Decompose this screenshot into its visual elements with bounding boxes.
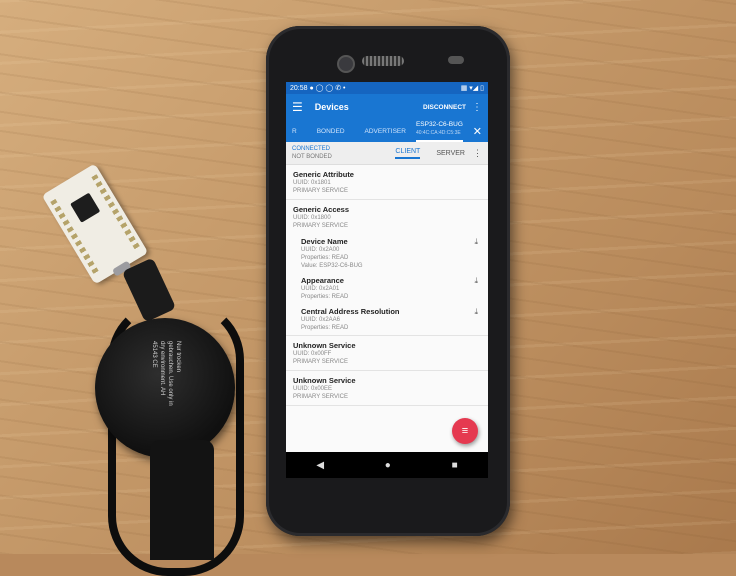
characteristic-name: Appearance	[301, 276, 344, 285]
service-name: Unknown Service	[293, 376, 356, 385]
tab-scanner[interactable]: R	[292, 128, 297, 135]
tab-bonded[interactable]: BONDED	[317, 128, 345, 135]
service-type: PRIMARY SERVICE	[293, 394, 349, 400]
notification-icons: ● ◯ ◯ ✆ •	[309, 85, 346, 92]
back-icon[interactable]: ◀	[316, 460, 324, 471]
tab-device-name: ESP32-C6-BUG	[415, 120, 463, 128]
characteristic-uuid: UUID: 0x2A00	[301, 247, 340, 253]
tab-server[interactable]: SERVER	[436, 150, 465, 157]
status-time: 20:58	[290, 85, 308, 92]
characteristic-value: Value: ESP32-C6-BUG	[301, 263, 363, 269]
close-icon[interactable]: ✕	[473, 125, 482, 138]
service-uuid: UUID: 0x00EE	[293, 386, 333, 392]
characteristic-item[interactable]: Appearance UUID: 0x2A01 Properties: READ…	[286, 273, 488, 304]
characteristic-uuid: UUID: 0x2A01	[301, 286, 340, 292]
characteristic-item[interactable]: Device Name UUID: 0x2A00 Properties: REA…	[286, 234, 488, 273]
characteristic-name: Central Address Resolution	[301, 307, 400, 316]
characteristic-properties: Properties: READ	[301, 294, 349, 300]
board-chip	[70, 192, 101, 223]
connection-more-icon[interactable]: ⋮	[473, 148, 482, 159]
log-fab-button[interactable]: ≡	[452, 418, 478, 444]
more-vert-icon[interactable]: ⋮	[472, 102, 482, 113]
service-name: Generic Access	[293, 205, 350, 214]
device-tabs: R BONDED ADVERTISER ESP32-C6-BUG 40:4C:C…	[286, 120, 488, 142]
characteristic-uuid: UUID: 0x2AA6	[301, 317, 341, 323]
service-name: Generic Attribute	[293, 170, 354, 179]
app-bar: ☰ Devices DISCONNECT ⋮	[286, 94, 488, 120]
service-name: Unknown Service	[293, 341, 356, 350]
connected-label: CONNECTED	[292, 146, 331, 152]
cable-reel: Nur trocken gebrauchen. Use only in dry …	[95, 318, 235, 458]
characteristic-properties: Properties: READ	[301, 255, 349, 261]
service-type: PRIMARY SERVICE	[293, 223, 349, 229]
list-icon: ≡	[461, 425, 469, 437]
android-nav-bar: ◀ ● ■	[286, 452, 488, 478]
tab-client[interactable]: CLIENT	[395, 148, 421, 159]
cable-cord	[150, 440, 214, 560]
read-icon[interactable]: ⤓	[474, 237, 478, 247]
tab-device[interactable]: ESP32-C6-BUG 40:4C:CA:4D:C5:3E	[415, 120, 463, 142]
page-title: Devices	[314, 102, 349, 112]
service-uuid: UUID: 0x1800	[293, 215, 331, 221]
connection-bar: CONNECTED NOT BONDED CLIENT SERVER ⋮	[286, 142, 488, 165]
phone-screen: 20:58 ● ◯ ◯ ✆ • ▦ ▾◢ ▯ ☰ Devices DISCONN…	[286, 82, 488, 452]
disconnect-button[interactable]: DISCONNECT	[423, 104, 466, 111]
service-item[interactable]: Generic Attribute UUID: 0x1801 PRIMARY S…	[286, 165, 488, 200]
tab-device-address: 40:4C:CA:4D:C5:3E	[415, 129, 461, 136]
home-icon[interactable]: ●	[385, 460, 391, 471]
front-camera	[337, 55, 355, 73]
service-uuid: UUID: 0x1801	[293, 180, 331, 186]
recents-icon[interactable]: ■	[452, 460, 458, 471]
service-type: PRIMARY SERVICE	[293, 188, 349, 194]
service-type: PRIMARY SERVICE	[293, 359, 349, 365]
reel-label: Nur trocken gebrauchen. Use only in dry …	[151, 341, 181, 406]
bond-label: NOT BONDED	[292, 154, 332, 160]
read-icon[interactable]: ⤓	[474, 276, 478, 286]
status-bar: 20:58 ● ◯ ◯ ✆ • ▦ ▾◢ ▯	[286, 82, 488, 94]
connection-state: CONNECTED NOT BONDED	[292, 145, 387, 161]
service-uuid: UUID: 0x00FF	[293, 351, 332, 357]
hamburger-icon[interactable]: ☰	[292, 100, 303, 114]
characteristic-name: Device Name	[301, 237, 348, 246]
tab-advertiser[interactable]: ADVERTISER	[365, 128, 406, 135]
service-item[interactable]: Generic Access UUID: 0x1800 PRIMARY SERV…	[286, 200, 488, 234]
service-list: Generic Attribute UUID: 0x1801 PRIMARY S…	[286, 165, 488, 406]
service-item[interactable]: Unknown Service UUID: 0x00EE PRIMARY SER…	[286, 371, 488, 406]
service-item[interactable]: Unknown Service UUID: 0x00FF PRIMARY SER…	[286, 336, 488, 371]
proximity-sensor	[448, 56, 464, 64]
characteristic-properties: Properties: READ	[301, 325, 349, 331]
system-icons: ▦ ▾◢ ▯	[460, 85, 484, 92]
read-icon[interactable]: ⤓	[474, 307, 478, 317]
characteristic-item[interactable]: Central Address Resolution UUID: 0x2AA6 …	[286, 304, 488, 336]
earpiece-speaker	[362, 56, 404, 66]
